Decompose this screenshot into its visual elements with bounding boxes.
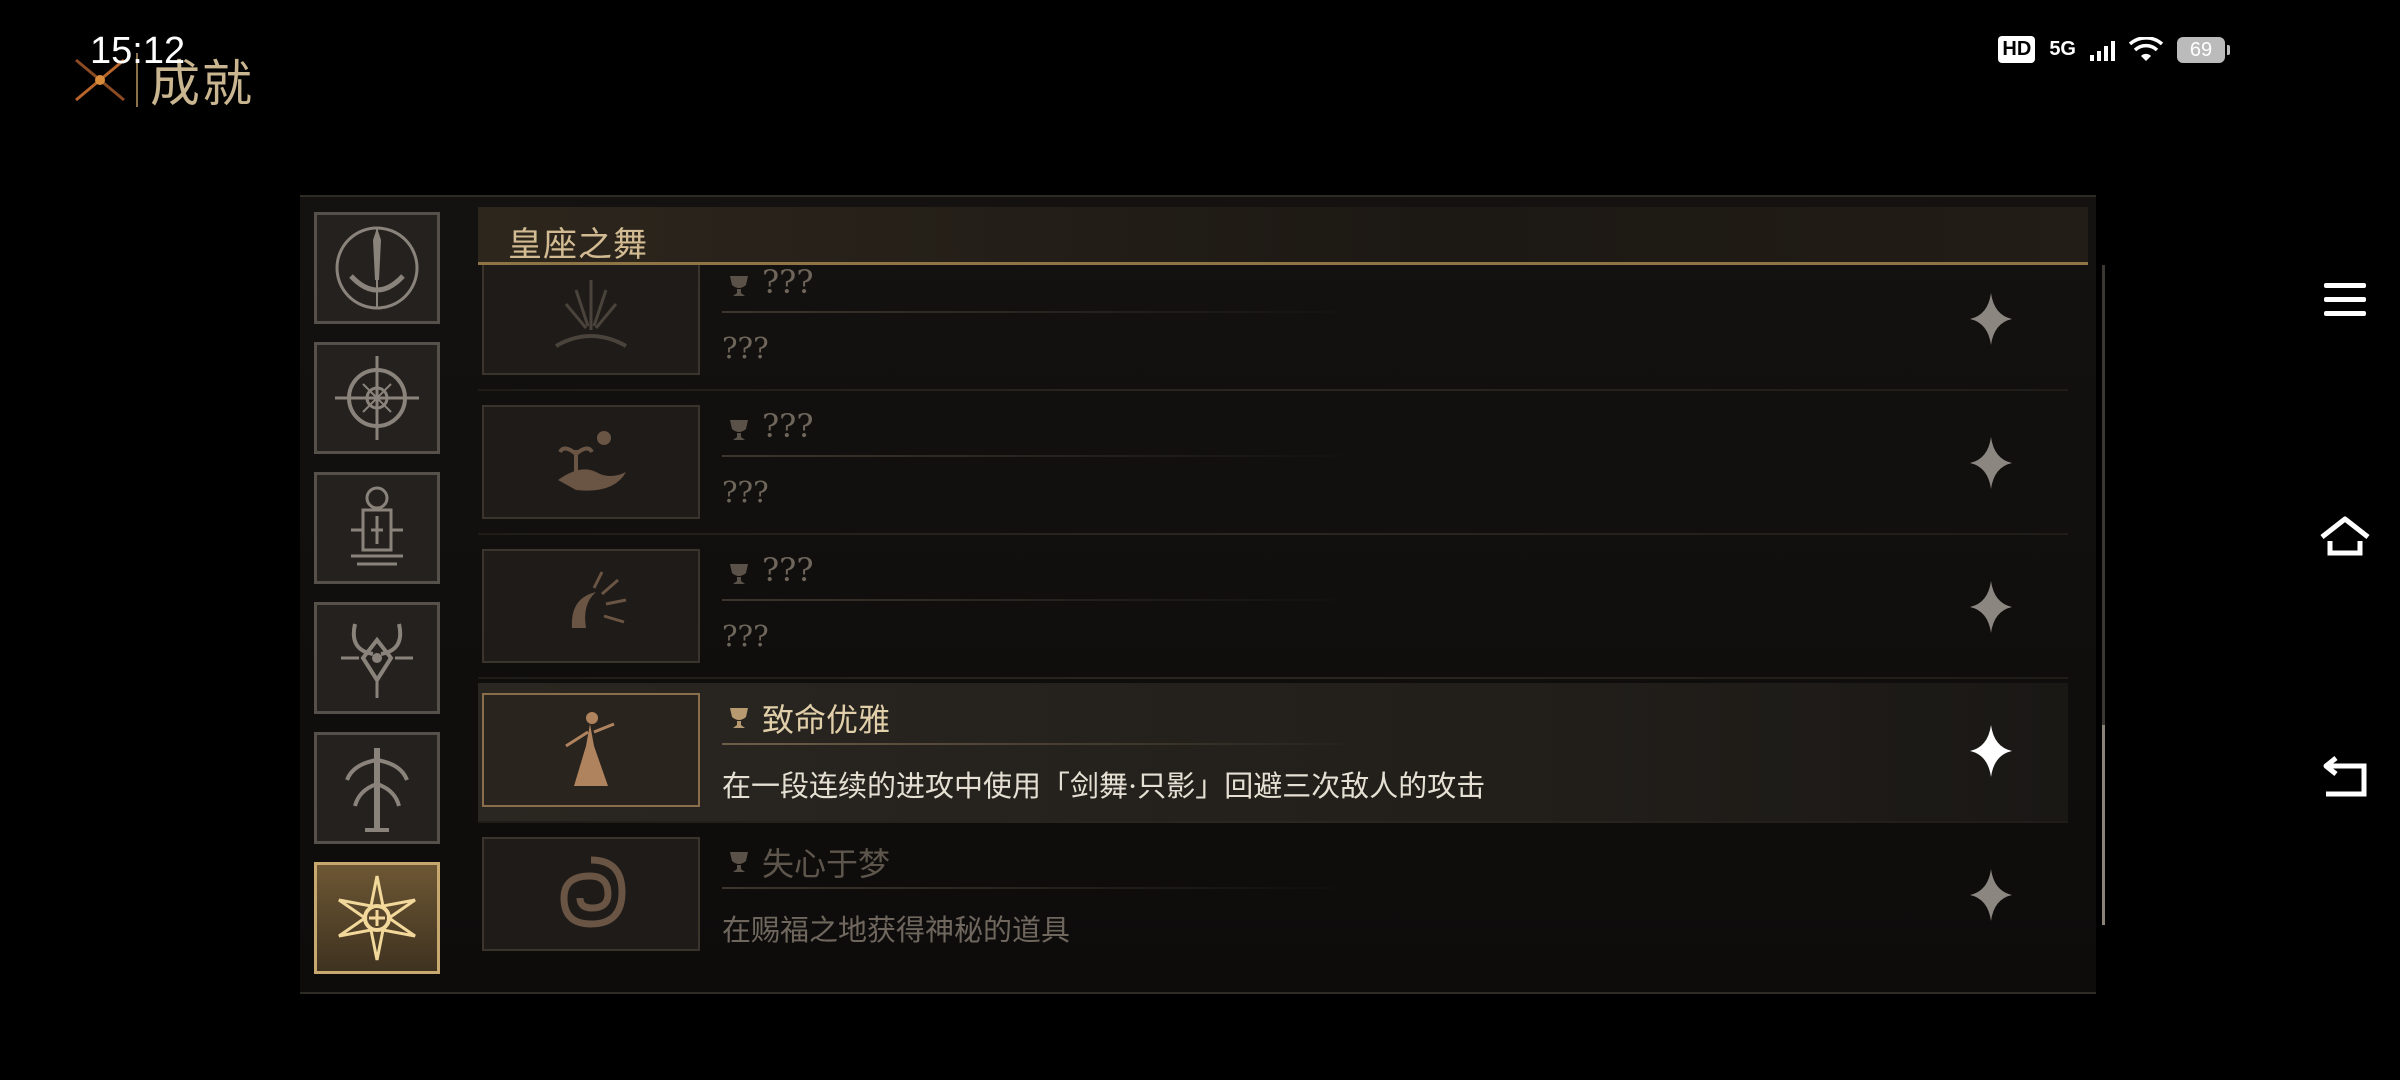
achievement-icon-frame [482, 549, 700, 663]
title-divider [722, 455, 1362, 457]
achievement-row[interactable]: ??? ??? [478, 395, 2068, 535]
row-separator [478, 677, 2068, 679]
title-divider [722, 887, 1362, 889]
achievement-description: 在一段连续的进攻中使用「剑舞·只影」回避三次敌人的攻击 [722, 769, 1486, 803]
dancer-figure-icon [565, 712, 615, 786]
home-icon [2320, 516, 2370, 556]
scrollbar[interactable] [2102, 265, 2105, 925]
tab-category-4[interactable] [314, 602, 440, 714]
eclipse-sun-icon [571, 571, 627, 628]
achievement-row[interactable]: 失心于梦 在赐福之地获得神秘的道具 [478, 827, 2068, 967]
achievement-row[interactable]: ??? ??? [478, 539, 2068, 679]
radiant-sun-icon [338, 875, 416, 961]
crescent-spire-icon [335, 226, 419, 310]
achievement-title: 失心于梦 [762, 845, 891, 883]
lantern-key-icon [351, 486, 403, 566]
achievement-title: ??? [762, 265, 814, 301]
trophy-icon [730, 564, 748, 584]
trophy-icon [730, 276, 748, 296]
wifi-icon [2129, 36, 2163, 61]
achievement-icon-frame [482, 265, 700, 375]
title-divider [722, 311, 1362, 313]
achievement-icon-frame [482, 837, 700, 951]
section-header: 皇座之舞 [478, 207, 2088, 265]
tab-category-5[interactable] [314, 732, 440, 844]
achievement-description: ??? [722, 619, 769, 653]
tab-category-1[interactable] [314, 212, 440, 324]
horned-sigil-icon [341, 623, 413, 698]
trophy-icon [730, 708, 748, 728]
achievement-title: ??? [762, 407, 814, 445]
sparkle-star-icon [1970, 293, 2012, 345]
back-arrow-icon [2323, 756, 2367, 797]
title-divider [722, 743, 1362, 745]
achievement-list[interactable]: ??? ??? ??? ??? ??? ??? 致命优雅 在一段连续的进攻中使用… [478, 265, 2088, 980]
achievements-panel: 皇座之舞 ??? ??? ??? ??? ??? ??? 致命优雅 在一段连续的… [300, 195, 2105, 994]
tree-totem-icon [345, 748, 409, 832]
hamburger-menu-icon [2324, 283, 2366, 316]
home-button[interactable] [2314, 507, 2376, 569]
menu-button[interactable] [2314, 269, 2376, 331]
hd-badge: HD [1998, 36, 2036, 63]
row-separator [478, 533, 2068, 535]
signal-icon [2090, 39, 2115, 61]
achievement-description: ??? [722, 475, 769, 509]
achievement-row[interactable]: 致命优雅 在一段连续的进攻中使用「剑舞·只影」回避三次敌人的攻击 [478, 683, 2068, 823]
achievement-icon-frame [482, 693, 700, 807]
sunburst-mountain-icon [555, 280, 627, 348]
category-tabs [314, 212, 444, 992]
island-tree-icon [558, 431, 626, 491]
achievement-icon-frame [482, 405, 700, 519]
section-title: 皇座之舞 [508, 225, 648, 265]
back-button[interactable] [2314, 746, 2376, 808]
achievement-description: ??? [722, 331, 769, 365]
row-separator [478, 389, 2068, 391]
sparkle-star-icon [1970, 437, 2012, 489]
achievement-row[interactable]: ??? ??? [478, 265, 2068, 391]
swirl-dream-icon [560, 856, 626, 928]
achievement-title: ??? [762, 551, 814, 589]
tab-category-6[interactable] [314, 862, 440, 974]
tab-category-3[interactable] [314, 472, 440, 584]
trophy-icon [730, 420, 748, 440]
sparkle-star-icon [1970, 581, 2012, 633]
achievement-description: 在赐福之地获得神秘的道具 [722, 913, 1071, 947]
status-time: 15:12 [90, 30, 186, 72]
title-divider [722, 599, 1362, 601]
system-nav-bar [2290, 0, 2400, 1080]
battery-icon: 69 [2177, 36, 2230, 63]
status-icons: HD 5G 69 [1998, 36, 2230, 63]
achievement-title: 致命优雅 [762, 701, 891, 739]
trophy-icon [730, 852, 748, 872]
sparkle-star-icon [1970, 725, 2012, 777]
compass-eye-icon [335, 356, 419, 440]
tab-category-2[interactable] [314, 342, 440, 454]
sparkle-star-icon [1970, 869, 2012, 921]
scrollbar-thumb[interactable] [2102, 725, 2105, 925]
network-type: 5G [2049, 38, 2076, 60]
row-separator [478, 821, 2068, 823]
